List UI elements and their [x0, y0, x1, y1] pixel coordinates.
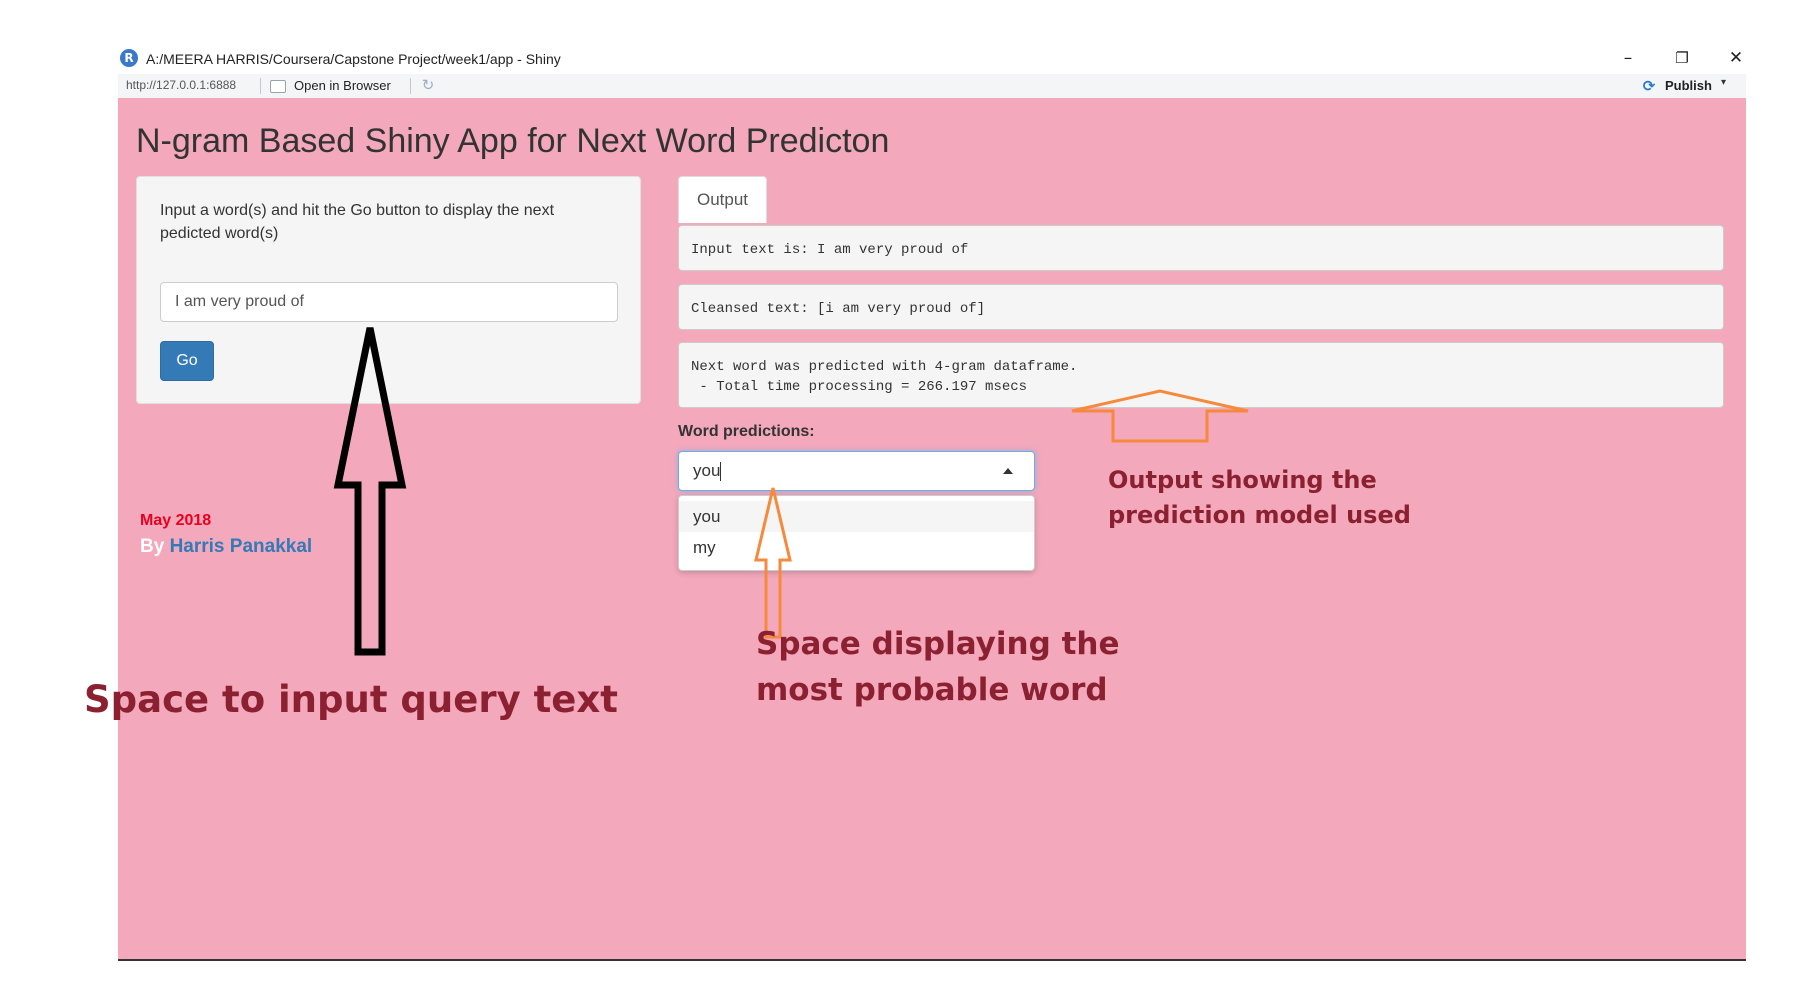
annotation-line: Space displaying the	[756, 626, 1120, 662]
orange-up-arrow-prediction	[754, 487, 792, 639]
annotation-model-caption: Output showing the prediction model used	[1108, 463, 1411, 533]
annotation-line: Output showing the	[1108, 466, 1377, 494]
annotation-overlay	[333, 327, 1249, 656]
orange-up-arrow-model	[1071, 389, 1249, 443]
annotation-input-caption: Space to input query text	[84, 678, 618, 721]
annotation-line: most probable word	[756, 672, 1108, 708]
annotation-line: prediction model used	[1108, 501, 1411, 529]
annotation-probable-caption: Space displaying the most probable word	[756, 621, 1119, 713]
black-up-arrow	[333, 327, 407, 656]
